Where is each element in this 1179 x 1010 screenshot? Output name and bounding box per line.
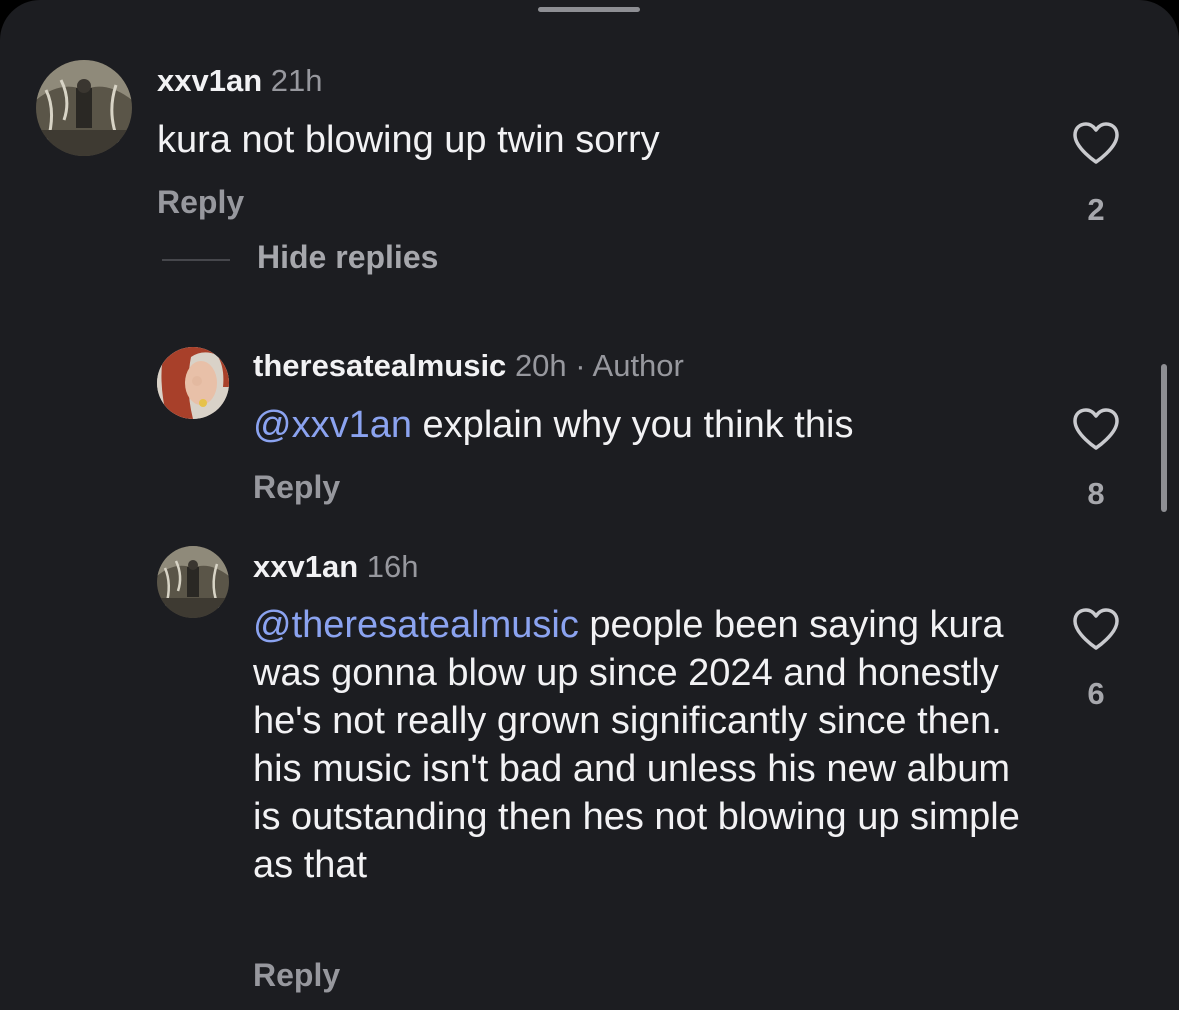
comment-text: kura not blowing up twin sorry xyxy=(157,119,660,161)
comment-timestamp: 16h xyxy=(366,549,419,584)
reply-button[interactable]: Reply xyxy=(253,469,340,506)
comment-text: people been saying kura was gonna blow u… xyxy=(253,604,1020,886)
mention-link[interactable]: @theresatealmusic xyxy=(253,604,579,646)
like-count: 6 xyxy=(1087,676,1105,711)
like-count: 2 xyxy=(1087,192,1105,227)
comment-username[interactable]: theresatealmusic xyxy=(253,348,506,383)
comment-timestamp: 21h xyxy=(270,63,323,98)
thread-divider xyxy=(162,259,230,261)
author-badge: · Author xyxy=(575,348,684,383)
comments-sheet: xxv1an 21h kura not blowing up twin sorr… xyxy=(0,0,1179,1010)
heart-outline-icon[interactable] xyxy=(1071,120,1121,166)
hide-replies-button[interactable]: Hide replies xyxy=(257,239,438,276)
heart-outline-icon[interactable] xyxy=(1071,606,1121,652)
avatar[interactable] xyxy=(157,347,229,419)
reply-button[interactable]: Reply xyxy=(157,184,244,221)
comment-timestamp: 20h xyxy=(514,348,567,383)
avatar[interactable] xyxy=(36,60,132,156)
reply-button[interactable]: Reply xyxy=(253,957,340,994)
comment-username[interactable]: xxv1an xyxy=(253,549,358,584)
mention-link[interactable]: @xxv1an xyxy=(253,404,412,446)
like-count: 8 xyxy=(1087,476,1105,511)
sheet-grabber-handle[interactable] xyxy=(538,7,640,12)
heart-outline-icon[interactable] xyxy=(1071,406,1121,452)
comment-username[interactable]: xxv1an xyxy=(157,63,262,98)
scrollbar[interactable] xyxy=(1161,364,1167,512)
comment-text: explain why you think this xyxy=(422,404,854,446)
avatar[interactable] xyxy=(157,546,229,618)
